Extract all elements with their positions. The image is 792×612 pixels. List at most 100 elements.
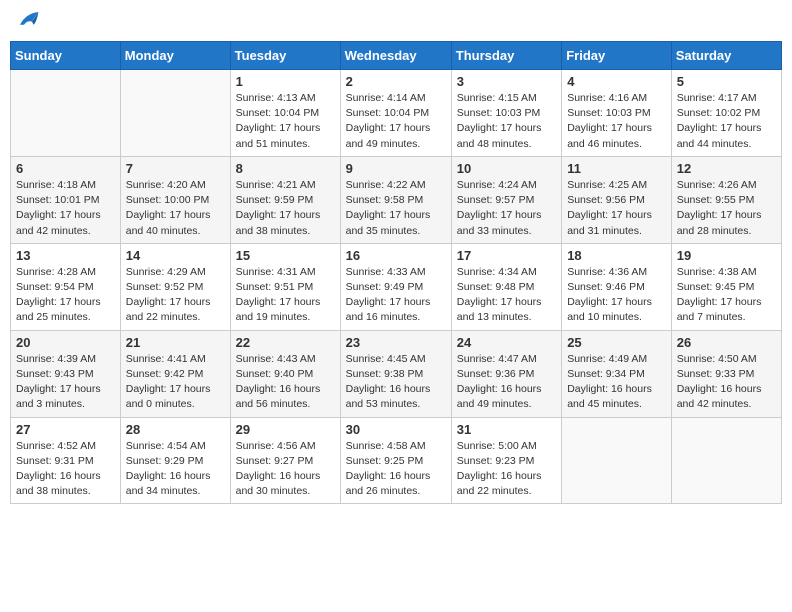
day-number: 26 [677, 335, 776, 350]
day-number: 13 [16, 248, 115, 263]
header-monday: Monday [120, 42, 230, 70]
day-info: Sunrise: 4:49 AM Sunset: 9:34 PM Dayligh… [567, 352, 666, 413]
day-info: Sunrise: 4:28 AM Sunset: 9:54 PM Dayligh… [16, 265, 115, 326]
day-number: 19 [677, 248, 776, 263]
calendar-cell: 5Sunrise: 4:17 AM Sunset: 10:02 PM Dayli… [671, 70, 781, 157]
day-info: Sunrise: 4:41 AM Sunset: 9:42 PM Dayligh… [126, 352, 225, 413]
day-info: Sunrise: 4:17 AM Sunset: 10:02 PM Daylig… [677, 91, 776, 152]
calendar-cell [671, 417, 781, 504]
calendar-cell: 21 Sunrise: 4:41 AM Sunset: 9:42 PM Dayli… [120, 330, 230, 417]
day-number: 25 [567, 335, 666, 350]
day-number: 6 [16, 161, 115, 176]
calendar-cell: 23 Sunrise: 4:45 AM Sunset: 9:38 PM Dayli… [340, 330, 451, 417]
header-thursday: Thursday [451, 42, 561, 70]
logo-wordmark [14, 10, 40, 35]
calendar-cell [11, 70, 121, 157]
day-info: Sunrise: 4:16 AM Sunset: 10:03 PM Daylig… [567, 91, 666, 152]
logo-bird-icon [16, 10, 40, 30]
day-number: 4 [567, 74, 666, 89]
calendar-cell: 17 Sunrise: 4:34 AM Sunset: 9:48 PM Dayli… [451, 243, 561, 330]
day-info: Sunrise: 4:20 AM Sunset: 10:00 PM Daylig… [126, 178, 225, 239]
calendar-cell: 14 Sunrise: 4:29 AM Sunset: 9:52 PM Dayli… [120, 243, 230, 330]
day-number: 23 [346, 335, 446, 350]
header-friday: Friday [562, 42, 672, 70]
calendar-cell: 18Sunrise: 4:36 AM Sunset: 9:46 PM Dayli… [562, 243, 672, 330]
week-row-1: 1 Sunrise: 4:13 AM Sunset: 10:04 PM Dayli… [11, 70, 782, 157]
calendar-cell: 9 Sunrise: 4:22 AM Sunset: 9:58 PM Daylig… [340, 156, 451, 243]
day-number: 10 [457, 161, 556, 176]
calendar-cell: 20 Sunrise: 4:39 AM Sunset: 9:43 PM Dayli… [11, 330, 121, 417]
calendar-table: SundayMondayTuesdayWednesdayThursdayFrid… [10, 41, 782, 504]
day-number: 27 [16, 422, 115, 437]
day-info: Sunrise: 4:34 AM Sunset: 9:48 PM Dayligh… [457, 265, 556, 326]
day-info: Sunrise: 4:54 AM Sunset: 9:29 PM Dayligh… [126, 439, 225, 500]
day-info: Sunrise: 4:39 AM Sunset: 9:43 PM Dayligh… [16, 352, 115, 413]
day-info: Sunrise: 4:22 AM Sunset: 9:58 PM Dayligh… [346, 178, 446, 239]
calendar-cell: 2 Sunrise: 4:14 AM Sunset: 10:04 PM Dayli… [340, 70, 451, 157]
calendar-cell: 7 Sunrise: 4:20 AM Sunset: 10:00 PM Dayli… [120, 156, 230, 243]
calendar-cell: 15Sunrise: 4:31 AM Sunset: 9:51 PM Dayli… [230, 243, 340, 330]
day-info: Sunrise: 5:00 AM Sunset: 9:23 PM Dayligh… [457, 439, 556, 500]
day-info: Sunrise: 4:26 AM Sunset: 9:55 PM Dayligh… [677, 178, 776, 239]
calendar-cell: 29Sunrise: 4:56 AM Sunset: 9:27 PM Dayli… [230, 417, 340, 504]
day-info: Sunrise: 4:58 AM Sunset: 9:25 PM Dayligh… [346, 439, 446, 500]
calendar-cell: 10Sunrise: 4:24 AM Sunset: 9:57 PM Dayli… [451, 156, 561, 243]
day-info: Sunrise: 4:14 AM Sunset: 10:04 PM Daylig… [346, 91, 446, 152]
week-row-3: 13 Sunrise: 4:28 AM Sunset: 9:54 PM Dayli… [11, 243, 782, 330]
calendar-cell: 13 Sunrise: 4:28 AM Sunset: 9:54 PM Dayli… [11, 243, 121, 330]
day-number: 30 [346, 422, 446, 437]
day-number: 14 [126, 248, 225, 263]
calendar-header-row: SundayMondayTuesdayWednesdayThursdayFrid… [11, 42, 782, 70]
calendar-cell [120, 70, 230, 157]
calendar-cell: 1 Sunrise: 4:13 AM Sunset: 10:04 PM Dayli… [230, 70, 340, 157]
day-number: 12 [677, 161, 776, 176]
day-number: 9 [346, 161, 446, 176]
calendar-cell: 19Sunrise: 4:38 AM Sunset: 9:45 PM Dayli… [671, 243, 781, 330]
day-info: Sunrise: 4:29 AM Sunset: 9:52 PM Dayligh… [126, 265, 225, 326]
day-info: Sunrise: 4:13 AM Sunset: 10:04 PM Daylig… [236, 91, 335, 152]
calendar-cell: 22Sunrise: 4:43 AM Sunset: 9:40 PM Dayli… [230, 330, 340, 417]
calendar-cell: 4 Sunrise: 4:16 AM Sunset: 10:03 PM Dayli… [562, 70, 672, 157]
day-info: Sunrise: 4:47 AM Sunset: 9:36 PM Dayligh… [457, 352, 556, 413]
day-number: 24 [457, 335, 556, 350]
calendar-cell: 25 Sunrise: 4:49 AM Sunset: 9:34 PM Dayli… [562, 330, 672, 417]
day-info: Sunrise: 4:56 AM Sunset: 9:27 PM Dayligh… [236, 439, 335, 500]
day-info: Sunrise: 4:15 AM Sunset: 10:03 PM Daylig… [457, 91, 556, 152]
logo [14, 10, 40, 35]
day-info: Sunrise: 4:43 AM Sunset: 9:40 PM Dayligh… [236, 352, 335, 413]
day-number: 20 [16, 335, 115, 350]
calendar-cell: 8 Sunrise: 4:21 AM Sunset: 9:59 PM Daylig… [230, 156, 340, 243]
day-number: 1 [236, 74, 335, 89]
day-number: 18 [567, 248, 666, 263]
calendar-cell: 26Sunrise: 4:50 AM Sunset: 9:33 PM Dayli… [671, 330, 781, 417]
calendar-cell: 28Sunrise: 4:54 AM Sunset: 9:29 PM Dayli… [120, 417, 230, 504]
day-number: 3 [457, 74, 556, 89]
day-number: 21 [126, 335, 225, 350]
day-number: 7 [126, 161, 225, 176]
calendar-cell [562, 417, 672, 504]
day-number: 17 [457, 248, 556, 263]
calendar-cell: 6 Sunrise: 4:18 AM Sunset: 10:01 PM Dayli… [11, 156, 121, 243]
calendar-cell: 31 Sunrise: 5:00 AM Sunset: 9:23 PM Dayli… [451, 417, 561, 504]
day-info: Sunrise: 4:21 AM Sunset: 9:59 PM Dayligh… [236, 178, 335, 239]
day-number: 31 [457, 422, 556, 437]
day-info: Sunrise: 4:45 AM Sunset: 9:38 PM Dayligh… [346, 352, 446, 413]
week-row-2: 6 Sunrise: 4:18 AM Sunset: 10:01 PM Dayli… [11, 156, 782, 243]
header-tuesday: Tuesday [230, 42, 340, 70]
day-info: Sunrise: 4:25 AM Sunset: 9:56 PM Dayligh… [567, 178, 666, 239]
day-number: 2 [346, 74, 446, 89]
day-info: Sunrise: 4:18 AM Sunset: 10:01 PM Daylig… [16, 178, 115, 239]
day-number: 11 [567, 161, 666, 176]
header-sunday: Sunday [11, 42, 121, 70]
day-number: 8 [236, 161, 335, 176]
calendar-cell: 16 Sunrise: 4:33 AM Sunset: 9:49 PM Dayli… [340, 243, 451, 330]
page-header [10, 10, 782, 35]
calendar-cell: 11 Sunrise: 4:25 AM Sunset: 9:56 PM Dayli… [562, 156, 672, 243]
header-wednesday: Wednesday [340, 42, 451, 70]
header-saturday: Saturday [671, 42, 781, 70]
week-row-4: 20 Sunrise: 4:39 AM Sunset: 9:43 PM Dayli… [11, 330, 782, 417]
calendar-cell: 12 Sunrise: 4:26 AM Sunset: 9:55 PM Dayli… [671, 156, 781, 243]
day-info: Sunrise: 4:31 AM Sunset: 9:51 PM Dayligh… [236, 265, 335, 326]
day-number: 16 [346, 248, 446, 263]
day-info: Sunrise: 4:33 AM Sunset: 9:49 PM Dayligh… [346, 265, 446, 326]
